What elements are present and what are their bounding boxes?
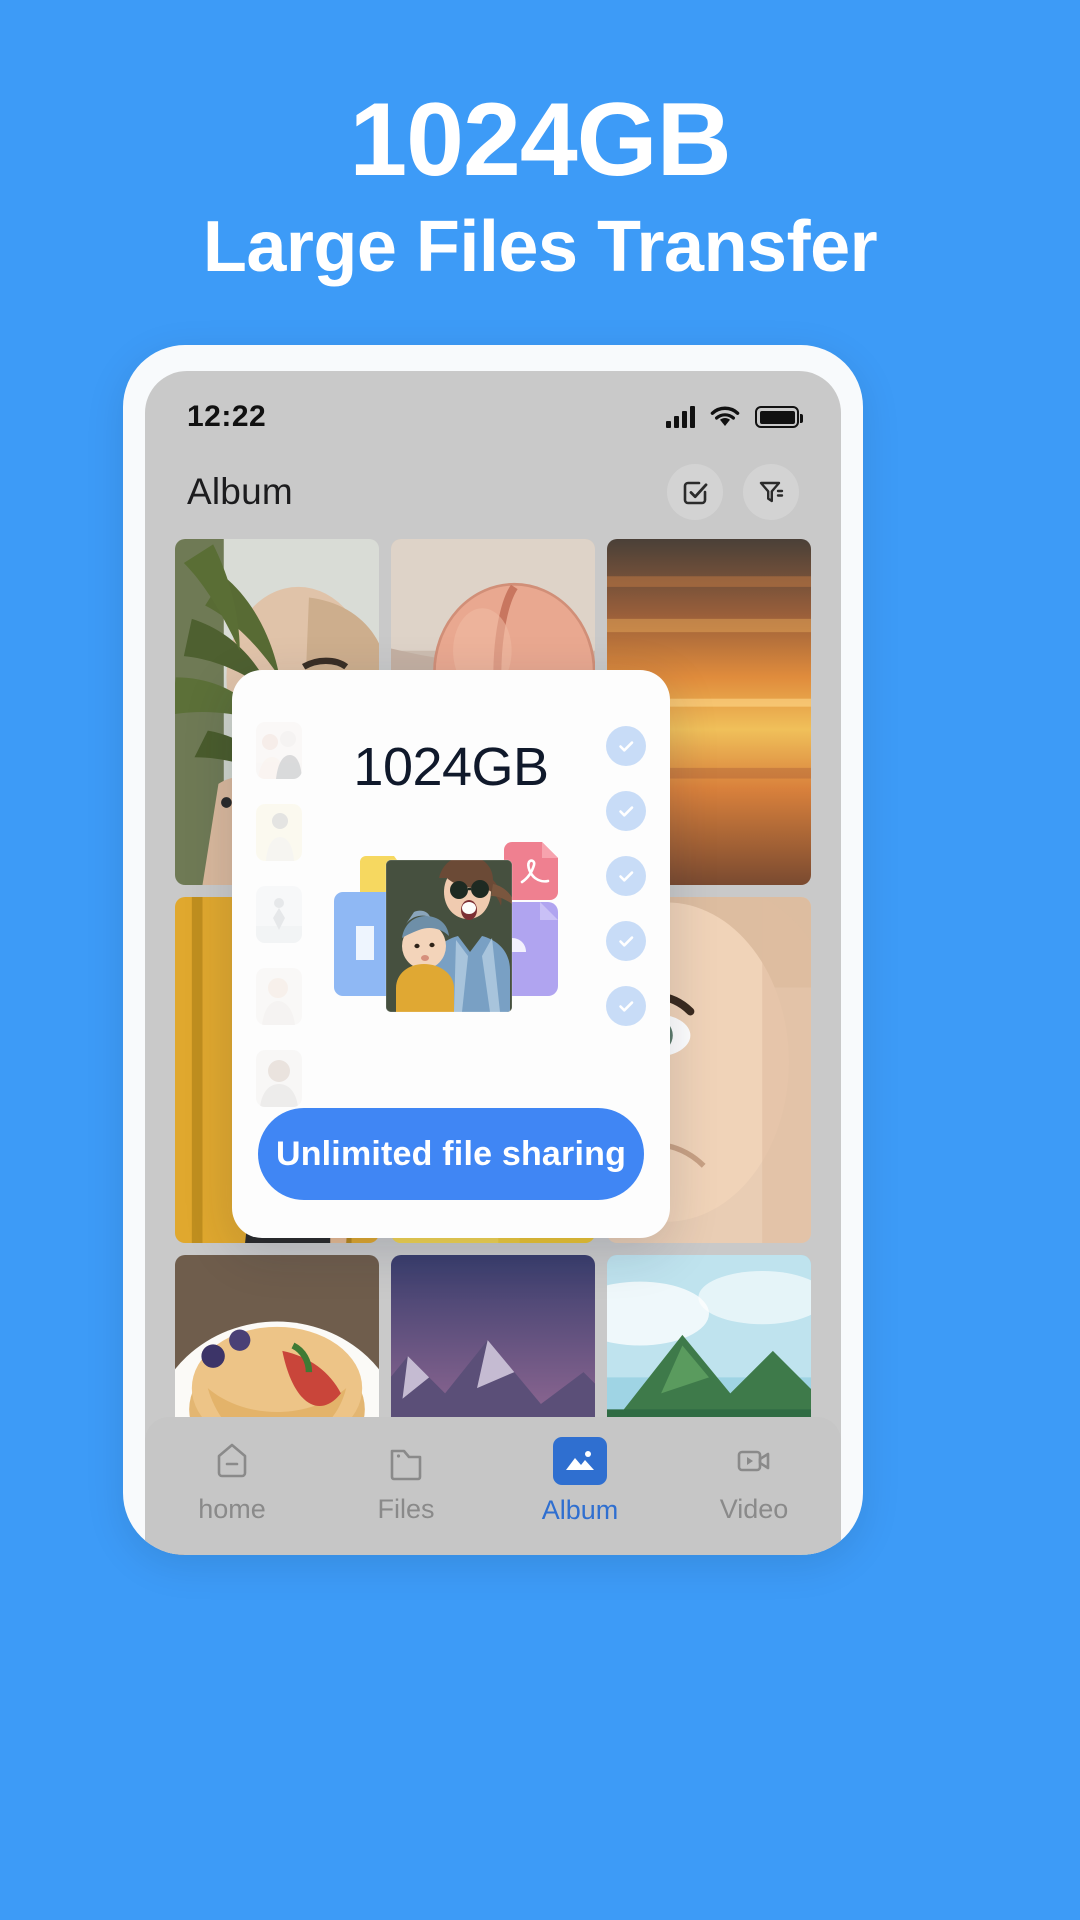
- nav-label-album: Album: [541, 1494, 619, 1525]
- video-icon: [729, 1438, 779, 1484]
- signal-bars-icon: [666, 406, 695, 428]
- nav-item-home[interactable]: home: [152, 1438, 312, 1525]
- nav-item-album[interactable]: Album: [500, 1436, 660, 1526]
- home-icon: [207, 1438, 257, 1484]
- check-circle-icon: [606, 726, 646, 766]
- app-header: Album: [145, 449, 841, 535]
- checkbox-select-icon[interactable]: [667, 464, 723, 520]
- status-icons: [666, 405, 803, 429]
- nav-label-files: Files: [377, 1493, 435, 1524]
- wifi-icon: [709, 405, 741, 429]
- thumb-man: [256, 1050, 302, 1107]
- file-sharing-illustration: [326, 834, 576, 1024]
- image-icon: [553, 1436, 607, 1485]
- hero-headline: 1024GB Large Files Transfer: [0, 0, 1080, 292]
- headline-line-2: Large Files Transfer: [202, 207, 878, 288]
- unlimited-file-sharing-button[interactable]: Unlimited file sharing: [258, 1108, 644, 1200]
- status-bar: 12:22: [145, 371, 841, 449]
- check-circle-icon: [606, 791, 646, 831]
- thumb-portrait: [256, 968, 302, 1025]
- check-circle-icon: [606, 856, 646, 896]
- filter-icon[interactable]: [743, 464, 799, 520]
- nav-label-video: Video: [719, 1493, 789, 1524]
- headline-line-1: 1024GB: [349, 82, 731, 198]
- folder-icon: [381, 1438, 431, 1484]
- nav-item-video[interactable]: Video: [674, 1438, 834, 1525]
- thumb-beach: [256, 886, 302, 943]
- nav-label-home: home: [198, 1493, 266, 1524]
- nav-item-files[interactable]: Files: [326, 1438, 486, 1525]
- thumb-yellow: [256, 804, 302, 861]
- bottom-navigation: home Files Album Video: [145, 1417, 841, 1555]
- header-actions: [667, 464, 799, 520]
- promo-modal: 1024GB Unlimited file sharing: [232, 670, 670, 1238]
- modal-check-column: [598, 726, 646, 1026]
- page-title: Album: [187, 471, 293, 512]
- status-time: 12:22: [187, 400, 267, 433]
- check-circle-icon: [606, 986, 646, 1026]
- check-circle-icon: [606, 921, 646, 961]
- battery-full-icon: [755, 406, 803, 428]
